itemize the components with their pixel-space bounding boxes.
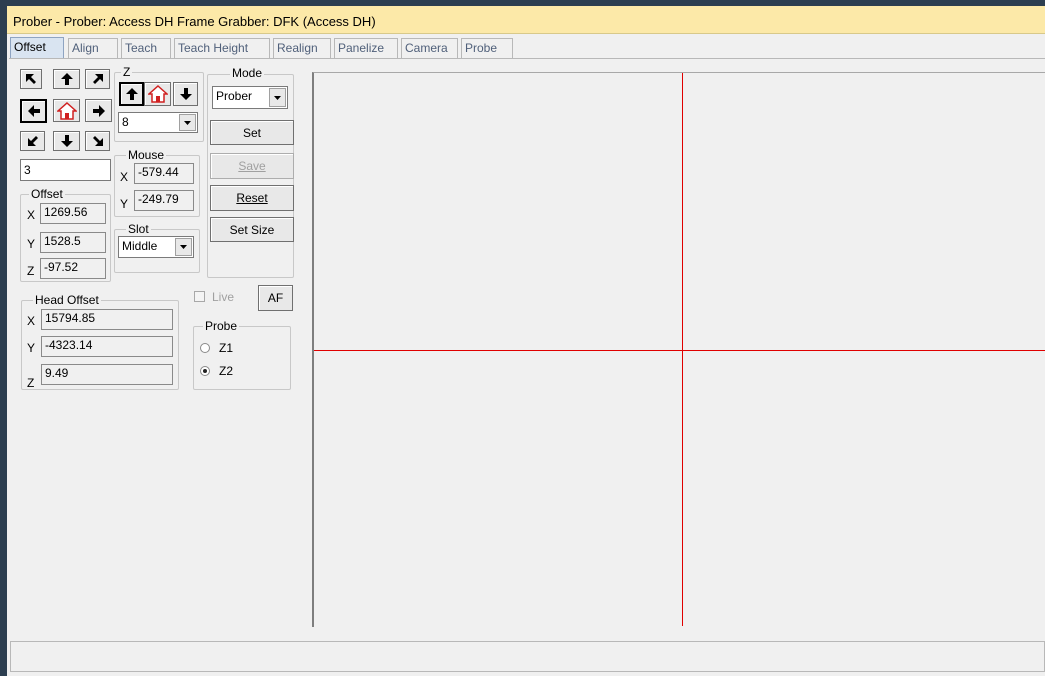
tab-probe[interactable]: Probe [461, 38, 513, 58]
probe-z1-label: Z1 [219, 341, 234, 355]
z-home-button[interactable] [144, 82, 171, 106]
mouse-y-label: Y [120, 197, 129, 211]
z-group-label: Z [121, 65, 133, 79]
z-down-button[interactable] [173, 82, 198, 106]
arrow-up-icon [125, 88, 138, 100]
arrow-left-icon [27, 105, 40, 117]
chevron-down-icon [179, 114, 196, 131]
mouse-x-field: -579.44 [134, 163, 194, 184]
set-button[interactable]: Set [210, 120, 294, 145]
status-bar [10, 641, 1045, 672]
tab-realign[interactable]: Realign [273, 38, 331, 58]
z-step-value: 8 [122, 115, 129, 129]
chevron-down-icon [175, 238, 192, 256]
jog-up-right-button[interactable] [85, 69, 110, 89]
jog-up-button[interactable] [53, 69, 80, 89]
reset-button[interactable]: Reset [210, 185, 294, 211]
mouse-x-label: X [120, 170, 129, 184]
af-button[interactable]: AF [258, 285, 293, 311]
slot-select[interactable]: Middle [118, 236, 194, 258]
jog-home-button[interactable] [53, 99, 80, 122]
tab-camera[interactable]: Camera [401, 38, 458, 58]
reset-button-label: Reset [236, 191, 268, 205]
mode-value: Prober [216, 89, 253, 103]
slot-value: Middle [122, 239, 158, 253]
offset-z-field: -97.52 [40, 258, 106, 279]
save-button-label: Save [238, 159, 266, 173]
head-offset-x-field: 15794.85 [41, 309, 173, 330]
chevron-down-icon [269, 88, 286, 107]
probe-z2-label: Z2 [219, 364, 234, 378]
live-label: Live [212, 290, 235, 304]
mouse-y-field: -249.79 [134, 190, 194, 211]
tab-align[interactable]: Align [68, 38, 118, 58]
head-offset-x-label: X [27, 314, 36, 328]
arrow-down-icon [179, 88, 192, 100]
set-button-label: Set [242, 125, 261, 140]
crosshair-horizontal-line [314, 350, 1045, 351]
head-offset-y-field: -4323.14 [41, 336, 173, 357]
jog-down-button[interactable] [53, 131, 80, 151]
window-title: Prober - Prober: Access DH Frame Grabber… [13, 14, 376, 29]
tab-teach[interactable]: Teach [121, 38, 171, 58]
tab-teach-height[interactable]: Teach Height [174, 38, 270, 58]
head-offset-group-label: Head Offset [33, 293, 101, 307]
offset-y-field: 1528.5 [40, 232, 106, 253]
window-title-bar: Prober - Prober: Access DH Frame Grabber… [7, 6, 1045, 34]
tab-offset[interactable]: Offset [10, 37, 64, 59]
home-icon [56, 101, 77, 120]
arrow-up-right-icon [92, 74, 103, 84]
jog-down-left-button[interactable] [20, 131, 45, 151]
live-checkbox[interactable] [194, 291, 205, 302]
head-offset-z-label: Z [27, 376, 35, 390]
jog-right-button[interactable] [85, 99, 112, 122]
probe-z1-radio[interactable] [200, 343, 210, 353]
jog-step-input[interactable]: 3 [20, 159, 111, 181]
slot-group-label: Slot [126, 222, 151, 236]
offset-x-label: X [27, 208, 36, 222]
offset-y-label: Y [27, 237, 36, 251]
home-icon [147, 85, 168, 103]
offset-x-field: 1269.56 [40, 203, 106, 224]
probe-group [193, 326, 291, 390]
jog-left-button[interactable] [20, 99, 47, 123]
jog-up-left-button[interactable] [20, 69, 42, 89]
arrow-down-right-icon [92, 136, 103, 146]
set-size-button[interactable]: Set Size [210, 217, 294, 242]
arrow-right-icon [92, 104, 105, 117]
mode-group-label: Mode [230, 66, 265, 80]
probe-group-label: Probe [203, 319, 240, 333]
z-up-button[interactable] [119, 82, 144, 106]
tab-panelize[interactable]: Panelize [334, 38, 398, 58]
offset-group-label: Offset [29, 187, 65, 201]
z-step-select[interactable]: 8 [118, 112, 198, 133]
mode-select[interactable]: Prober [212, 86, 288, 109]
offset-z-label: Z [27, 264, 35, 278]
save-button[interactable]: Save [210, 153, 294, 179]
arrow-down-left-icon [27, 136, 38, 146]
set-size-button-label: Set Size [229, 222, 275, 237]
jog-down-right-button[interactable] [85, 131, 110, 151]
head-offset-y-label: Y [27, 341, 36, 355]
arrow-down-icon [60, 135, 73, 147]
probe-z2-radio[interactable] [200, 366, 210, 376]
af-button-label: AF [267, 291, 284, 305]
tab-strip-border [9, 58, 1045, 59]
window-left-edge [0, 6, 7, 676]
arrow-up-left-icon [26, 74, 36, 84]
head-offset-z-field: 9.49 [41, 364, 173, 385]
arrow-up-icon [60, 73, 73, 85]
mouse-group-label: Mouse [126, 148, 167, 162]
